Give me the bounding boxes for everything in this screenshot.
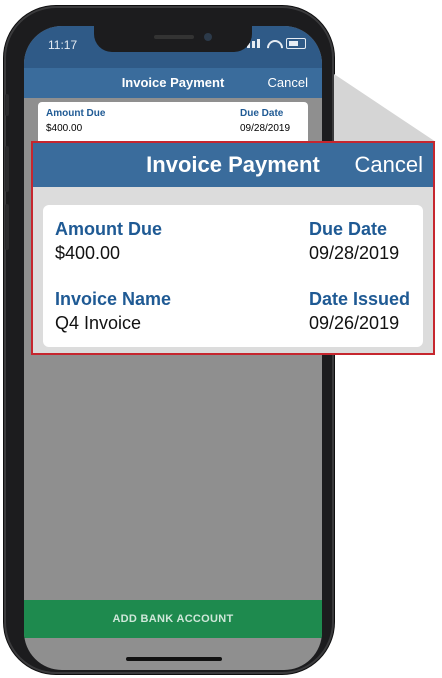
zoom-due-date-value: 09/28/2019 [309,243,400,263]
zoom-amount-due-value: $400.00 [55,243,121,263]
zoom-date-issued-value: 09/26/2019 [309,313,400,333]
zoom-invoice-card: Amount Due $400.00 Due Date 09/28/2019 I… [43,205,423,347]
zoom-navbar: Invoice Payment Cancel [33,143,433,187]
zoom-cancel-button[interactable]: Cancel [355,152,423,178]
zoom-date-issued-label: Date Issued [309,289,411,309]
zoom-due-date-label: Due Date [309,219,388,239]
zoom-invoice-name-value: Q4 Invoice [55,313,142,333]
zoom-amount-due-label: Amount Due [55,219,162,239]
zoom-invoice-name-label: Invoice Name [55,289,172,309]
zoom-callout: Invoice Payment Cancel Amount Due $400.0… [31,141,435,355]
